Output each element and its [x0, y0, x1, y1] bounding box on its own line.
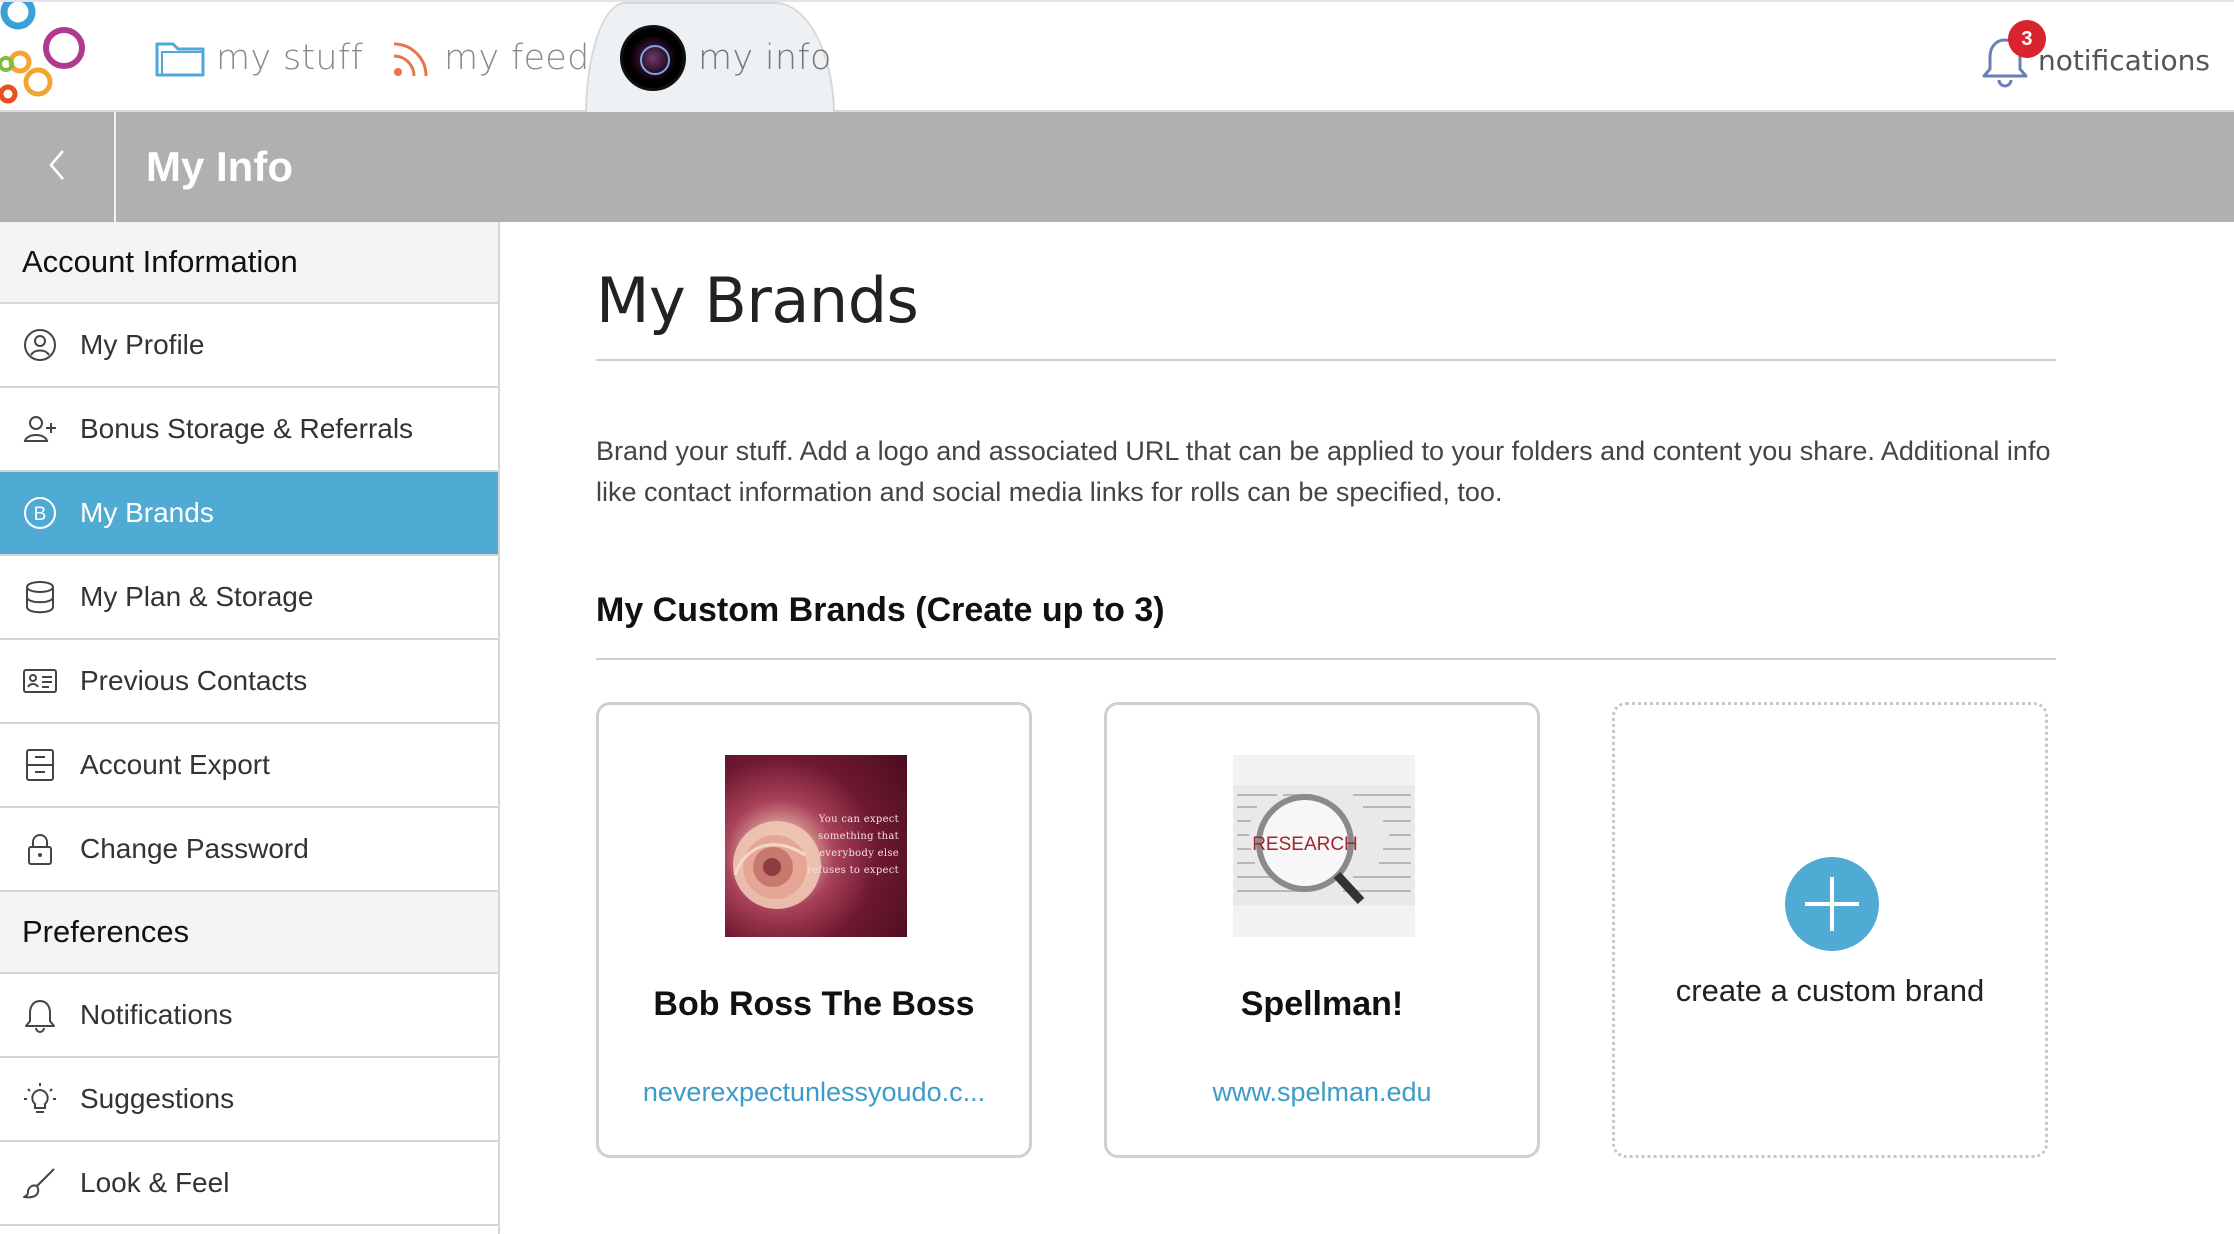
tab-label: my info: [698, 38, 832, 78]
sidebar-item-label: Previous Contacts: [80, 665, 308, 696]
sidebar-item-label: Suggestions: [80, 1083, 235, 1114]
back-button[interactable]: [0, 112, 116, 222]
notifications-button[interactable]: 3 notifications: [1980, 20, 2210, 98]
sidebar-item-account-export[interactable]: Account Export: [0, 724, 498, 808]
bell-icon: 3: [1980, 20, 2046, 90]
sidebar-item-label: Bonus Storage & Referrals: [80, 413, 414, 444]
create-custom-brand-card[interactable]: create a custom brand: [1612, 702, 2048, 1158]
sidebar-item-label: Notifications: [80, 999, 233, 1030]
sidebar-item-label: My Profile: [80, 329, 205, 360]
brand-logo-word: RESEARCH: [1252, 834, 1358, 855]
sidebar-item-label: Change Password: [80, 833, 309, 864]
sidebar-item-change-password[interactable]: Change Password: [0, 808, 498, 892]
sidebar-item-my-profile[interactable]: My Profile: [0, 304, 498, 388]
brand-logo-quote: You can expect something that everybody …: [806, 814, 899, 876]
sidebar-section-preferences: Preferences: [0, 892, 498, 974]
sidebar-item-look-feel[interactable]: Look & Feel: [0, 1142, 498, 1226]
sidebar-item-label: Look & Feel: [80, 1167, 230, 1198]
tab-label: my feed: [444, 38, 590, 78]
divider: [596, 359, 2056, 361]
page-title: My Info: [146, 143, 293, 190]
top-navigation-bar: my stuff my feed my info 3 notifications: [0, 0, 2234, 116]
rss-icon: [390, 36, 434, 80]
sidebar-section-account-information: Account Information: [0, 222, 498, 304]
brands-description: Brand your stuff. Add a logo and associa…: [596, 436, 2051, 507]
sidebar-item-my-brands[interactable]: B My Brands: [0, 472, 498, 556]
sidebar-item-my-plan-storage[interactable]: My Plan & Storage: [0, 556, 498, 640]
tab-label: my stuff: [216, 38, 364, 78]
brand-url-link[interactable]: www.spelman.edu: [1107, 1077, 1537, 1108]
bell-icon: [22, 997, 58, 1033]
database-icon: [22, 579, 58, 615]
tab-my-info[interactable]: my info: [620, 2, 832, 114]
sidebar-item-label: Account Export: [80, 749, 270, 780]
create-custom-brand-label: create a custom brand: [1675, 973, 1985, 1008]
sidebar-item-label: My Brands: [80, 497, 214, 528]
avatar: [620, 25, 686, 91]
brush-icon: [22, 1165, 58, 1201]
brand-url-link[interactable]: neverexpectunlessyoudo.c...: [599, 1077, 1029, 1108]
main-content: My Brands Brand your stuff. Add a logo a…: [596, 222, 2056, 1158]
app-logo[interactable]: [0, 2, 90, 104]
section-title: My Brands: [596, 264, 919, 337]
brand-name: Spellman!: [1240, 985, 1404, 1023]
user-plus-icon: [22, 411, 58, 447]
notification-count-badge: 3: [2007, 20, 2046, 58]
archive-icon: [22, 747, 58, 783]
brand-name: Bob Ross The Boss: [653, 985, 975, 1023]
user-circle-icon: [22, 327, 58, 363]
sidebar-item-suggestions[interactable]: Suggestions: [0, 1058, 498, 1142]
plus-icon: [1785, 857, 1879, 951]
brand-card[interactable]: RESEARCH Spellman! www.spelman.edu: [1104, 702, 1540, 1158]
divider: [596, 658, 2056, 660]
custom-brands-heading: My Custom Brands (Create up to 3): [596, 591, 1165, 629]
sidebar-item-previous-contacts[interactable]: Previous Contacts: [0, 640, 498, 724]
brand-logo-image: You can expect something that everybody …: [725, 755, 907, 937]
contact-card-icon: [22, 663, 58, 699]
sidebar-item-label: My Plan & Storage: [80, 581, 314, 612]
folder-icon: [154, 38, 206, 78]
page-header: My Info: [0, 112, 2234, 222]
brand-cards: You can expect something that everybody …: [596, 702, 2056, 1162]
notifications-label: notifications: [2037, 43, 2210, 77]
sidebar-item-notifications[interactable]: Notifications: [0, 974, 498, 1058]
brand-logo-image: RESEARCH: [1233, 755, 1415, 937]
svg-text:B: B: [34, 504, 47, 525]
sidebar-item-bonus-storage-referrals[interactable]: Bonus Storage & Referrals: [0, 388, 498, 472]
brand-b-icon: B: [22, 495, 58, 531]
lock-icon: [22, 831, 58, 867]
lightbulb-icon: [22, 1081, 58, 1117]
sidebar: Account Information My Profile Bonus Sto…: [0, 222, 500, 1234]
tab-my-feed[interactable]: my feed: [390, 2, 590, 114]
tab-my-stuff[interactable]: my stuff: [154, 2, 363, 114]
brand-card[interactable]: You can expect something that everybody …: [596, 702, 1032, 1158]
chevron-left-icon: [45, 147, 69, 188]
